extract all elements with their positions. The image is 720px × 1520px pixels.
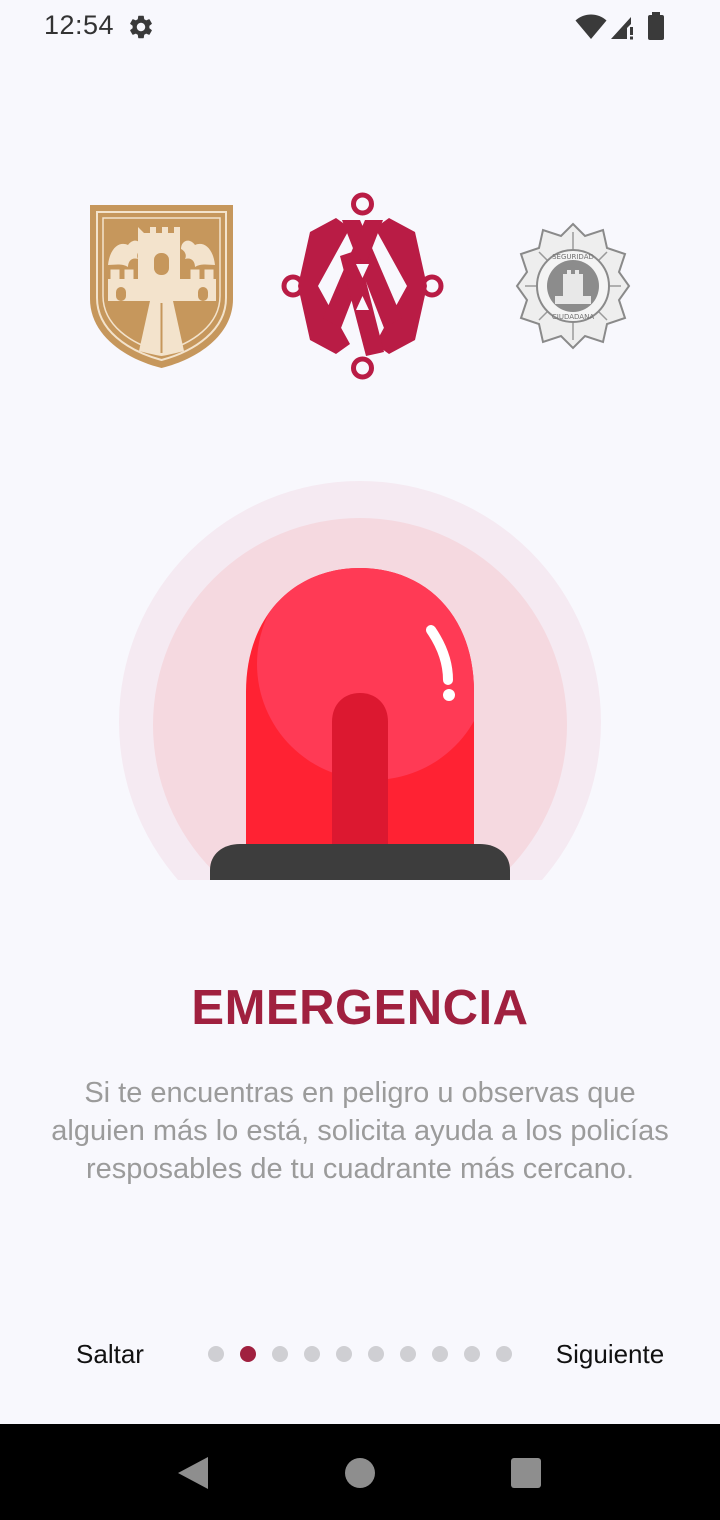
page-dot [336,1346,352,1362]
signal-icon [611,17,633,40]
badge-top-text: SEGURIDAD [552,253,594,261]
page-dot [368,1346,384,1362]
page-indicator [200,1344,520,1364]
page-title: EMERGENCIA [191,981,529,1035]
page-dot [304,1346,320,1362]
battery-icon [648,12,664,40]
page-dot [208,1346,224,1362]
status-bar: 12:54 [0,0,720,56]
settings-gear-icon [130,15,152,39]
cdmx-knot-logo [281,192,444,380]
system-navigation-bar [0,1424,720,1520]
badge-bottom-text: CIUDADANA [552,313,594,321]
emergency-siren-illustration [119,481,601,880]
seguridad-ciudadana-badge-logo: SEGURIDAD CIUDADANA [515,222,631,350]
onboarding-screen: 12:54 SEGURIDAD CIUDADANA EMERGENCIA Si … [0,0,720,1520]
page-dot [400,1346,416,1362]
page-description: Si te encuentras en peligro u observas q… [51,1077,669,1185]
page-dot [464,1346,480,1362]
status-time: 12:54 [44,10,115,40]
page-dot [496,1346,512,1362]
wifi-icon [575,14,607,39]
recents-icon[interactable] [510,1457,542,1489]
home-icon[interactable] [344,1457,376,1489]
page-dot [272,1346,288,1362]
next-button[interactable]: Siguiente [540,1332,680,1376]
back-icon[interactable] [176,1455,210,1491]
page-dot-active [240,1346,256,1362]
page-dot [432,1346,448,1362]
skip-button[interactable]: Saltar [60,1332,160,1376]
cdmx-coat-of-arms-logo [90,205,233,368]
